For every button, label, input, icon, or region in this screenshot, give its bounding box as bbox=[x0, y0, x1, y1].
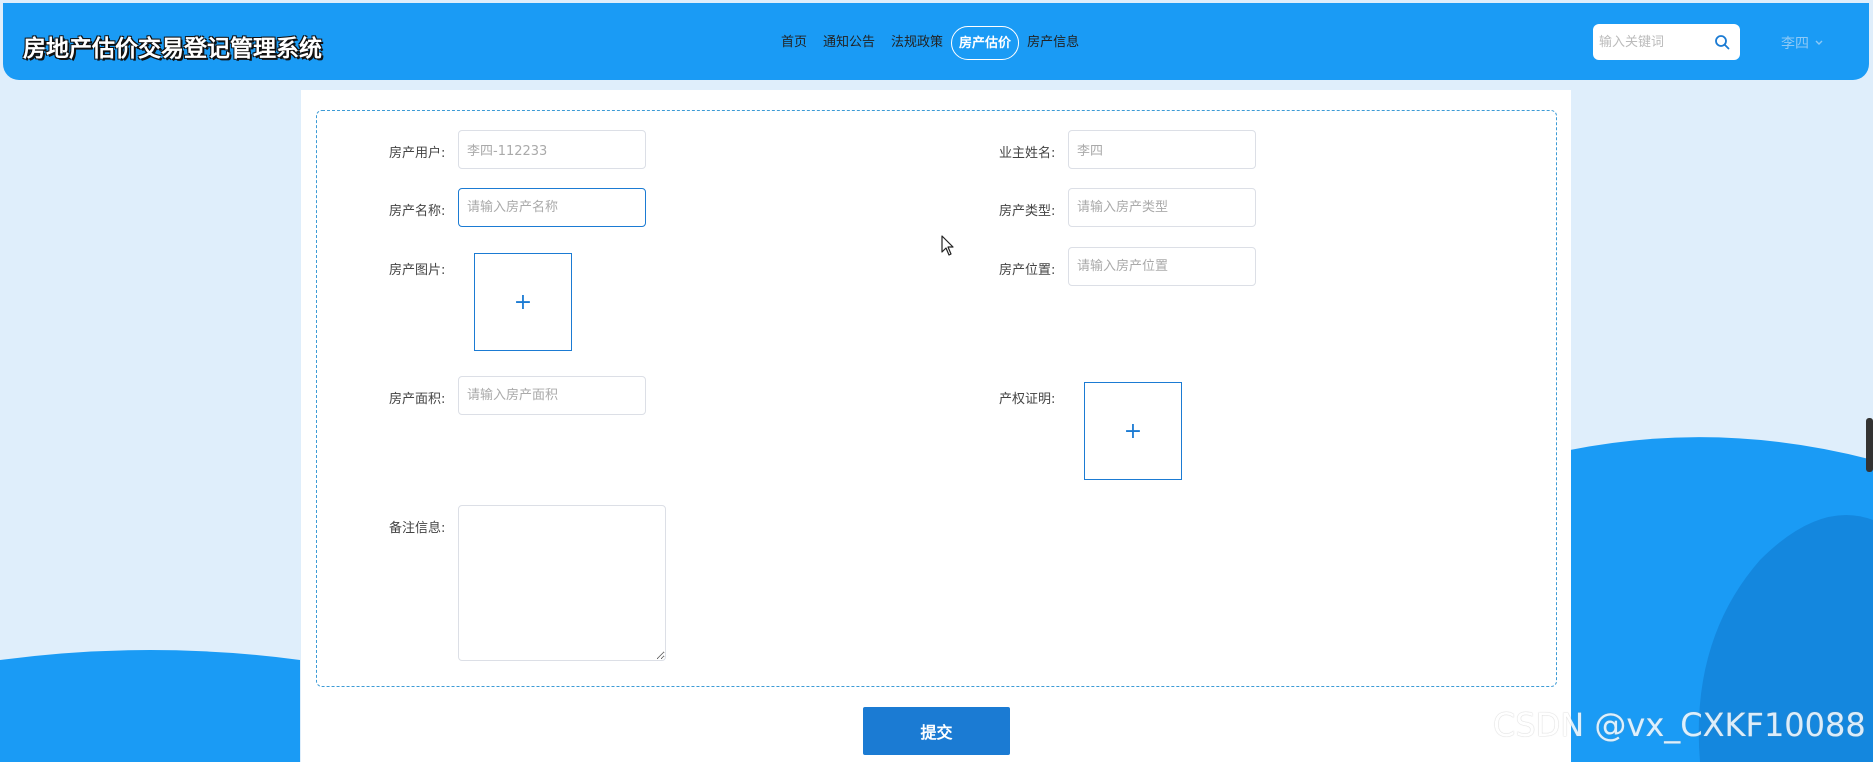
site-title: 房地产估价交易登记管理系统 bbox=[23, 36, 322, 62]
property-cert-upload[interactable]: + bbox=[1084, 382, 1182, 480]
form-panel: 房产用户: 业主姓名: 房产名称: 房产类型: 房产图片: + 房产位置: 房产… bbox=[301, 90, 1571, 762]
house-image-upload[interactable]: + bbox=[474, 253, 572, 351]
search-input[interactable] bbox=[1599, 24, 1709, 60]
user-menu[interactable]: 李四 bbox=[1781, 33, 1823, 53]
submit-button[interactable]: 提交 bbox=[863, 707, 1010, 755]
plus-icon: + bbox=[1123, 418, 1143, 444]
top-header: 房地产估价交易登记管理系统 首页 通知公告 法规政策 房产估价 房产信息 李四 bbox=[3, 3, 1869, 80]
owner-name-label: 业主姓名: bbox=[999, 146, 1056, 161]
house-name-field[interactable] bbox=[458, 188, 646, 227]
chevron-down-icon bbox=[1815, 40, 1823, 45]
search-icon[interactable] bbox=[1714, 34, 1730, 50]
house-user-label: 房产用户: bbox=[389, 146, 446, 161]
main-nav: 首页 通知公告 法规政策 房产估价 房产信息 bbox=[773, 25, 1087, 61]
mouse-cursor-icon bbox=[941, 235, 954, 256]
nav-item-valuation[interactable]: 房产估价 bbox=[951, 26, 1020, 60]
house-area-field[interactable] bbox=[458, 376, 646, 415]
house-image-label: 房产图片: bbox=[389, 263, 446, 278]
plus-icon: + bbox=[513, 289, 533, 315]
house-name-label: 房产名称: bbox=[389, 204, 446, 219]
nav-item-regulations[interactable]: 法规政策 bbox=[883, 26, 951, 60]
remarks-textarea[interactable] bbox=[458, 505, 666, 661]
nav-item-property-info[interactable]: 房产信息 bbox=[1019, 26, 1087, 60]
scrollbar-handle[interactable] bbox=[1866, 418, 1873, 472]
watermark-text: CSDN @vx_CXKF10088 bbox=[1493, 706, 1866, 744]
user-name: 李四 bbox=[1781, 36, 1809, 52]
owner-name-field[interactable] bbox=[1068, 130, 1256, 169]
nav-item-home[interactable]: 首页 bbox=[773, 26, 815, 60]
house-type-field[interactable] bbox=[1068, 188, 1256, 227]
nav-item-notices[interactable]: 通知公告 bbox=[815, 26, 883, 60]
remarks-label: 备注信息: bbox=[389, 521, 446, 536]
property-cert-label: 产权证明: bbox=[999, 392, 1056, 407]
house-location-field[interactable] bbox=[1068, 247, 1256, 286]
house-user-field[interactable] bbox=[458, 130, 646, 169]
house-location-label: 房产位置: bbox=[999, 263, 1056, 278]
house-area-label: 房产面积: bbox=[389, 392, 446, 407]
search-box bbox=[1593, 24, 1740, 60]
house-type-label: 房产类型: bbox=[999, 204, 1056, 219]
